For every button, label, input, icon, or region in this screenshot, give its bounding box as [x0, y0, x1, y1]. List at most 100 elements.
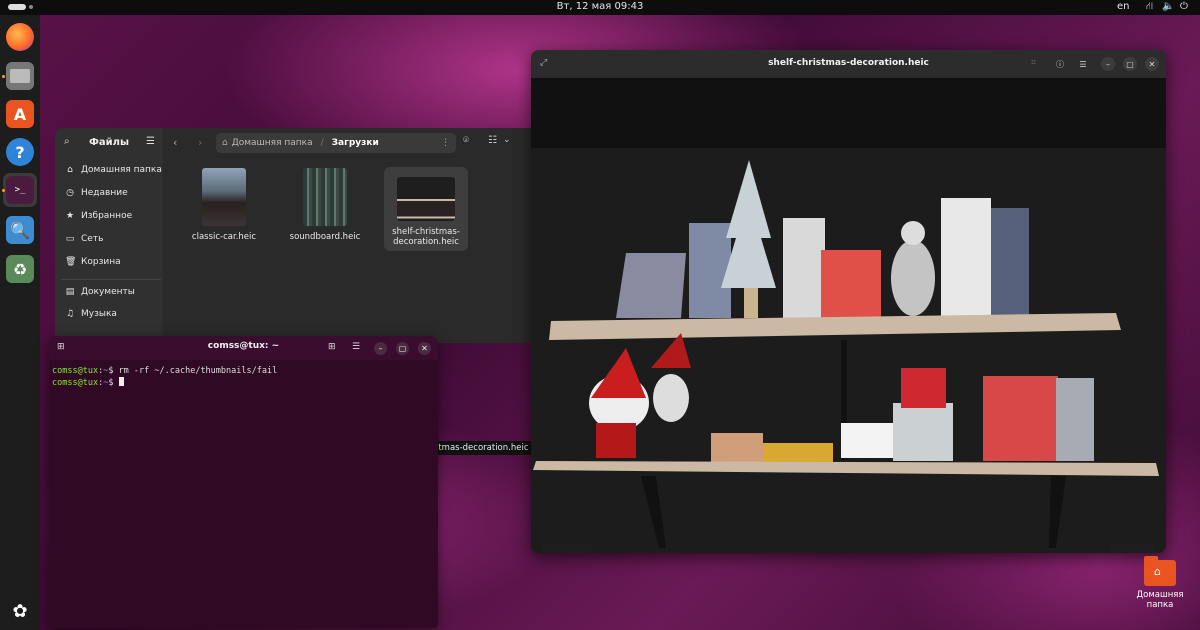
chevron-down-icon[interactable]: ⌄ — [1140, 552, 1148, 554]
viewer-title: shelf-christmas-decoration.heic — [768, 58, 929, 68]
viewer-header: ⤢ shelf-christmas-decoration.heic ⌗ ⓘ ☰ … — [531, 50, 1166, 78]
maximize-button[interactable]: ▢ — [1123, 57, 1137, 71]
sidebar-item-label: Недавние — [81, 188, 128, 198]
file-name: classic-car.heic — [191, 232, 257, 242]
files-header: ‹ › ⌂ Домашняя папка / Загрузки ⋮ ⌾ ☷ ⌄ — [163, 128, 540, 158]
star-icon: ★ — [65, 211, 75, 221]
desktop-home-folder[interactable]: ⌂ Домашняя папка — [1130, 556, 1190, 610]
document-icon: ▤ — [65, 287, 75, 297]
sidebar-item-documents[interactable]: ▤ Документы — [65, 287, 135, 297]
image-viewer-window: ⤢ shelf-christmas-decoration.heic ⌗ ⓘ ☰ … — [531, 50, 1166, 553]
path-menu-icon[interactable]: ⋮ — [441, 138, 450, 148]
file-item-shelf-christmas[interactable]: shelf-christmas- decoration.heic — [384, 167, 468, 251]
files-sidebar: ⌕ Файлы ☰ ⌂ Домашняя папка ◷ Недавние ★ Изб… — [55, 128, 163, 343]
menu-icon[interactable]: ☰ — [352, 342, 360, 352]
sidebar-item-network[interactable]: ▭ Сеть — [65, 234, 104, 244]
home-icon: ⌂ — [1154, 565, 1161, 578]
prompt-path: ~ — [103, 366, 109, 376]
sidebar-item-label: Избранное — [81, 211, 133, 221]
trash-icon: 🗑 — [65, 257, 77, 267]
sidebar-item-label: Музыка — [81, 309, 117, 319]
volume-icon[interactable]: 🔈 — [1162, 1, 1174, 12]
sidebar-item-music[interactable]: ♫ Музыка — [65, 309, 117, 319]
sidebar-item-recent[interactable]: ◷ Недавние — [65, 188, 128, 198]
terminal-header: ⊞ comss@tux: ~ ⊞ ☰ – ▢ ✕ — [49, 336, 438, 360]
prompt-user: comss@tux — [52, 366, 99, 376]
trash-icon[interactable]: ♻ — [6, 255, 34, 283]
files-window: ⌕ Файлы ☰ ⌂ Домашняя папка ◷ Недавние ★ Изб… — [55, 128, 540, 343]
desktop-label-line2: папка — [1146, 600, 1174, 610]
back-icon[interactable]: ‹ — [173, 136, 177, 149]
help-icon[interactable]: ? — [6, 138, 34, 166]
terminal-icon[interactable]: >_ — [6, 176, 34, 204]
menu-icon[interactable]: ☰ — [146, 136, 155, 147]
show-apps-icon[interactable]: ✿ — [6, 597, 34, 625]
crop-icon[interactable]: ⌗ — [1031, 58, 1036, 68]
file-item-soundboard[interactable]: soundboard.heic — [283, 168, 367, 242]
sidebar-item-trash[interactable]: 🗑 Корзина — [65, 257, 121, 267]
home-icon: ⌂ — [67, 165, 73, 175]
terminal-output[interactable]: comss@tux:~$ rm -rf ~/.cache/thumbnails/… — [52, 366, 277, 389]
zoom-controls: ⊕ ⌄ — [1110, 543, 1155, 553]
close-button[interactable]: ✕ — [1145, 57, 1159, 71]
home-icon: ⌂ — [222, 138, 228, 148]
file-thumbnail — [397, 177, 455, 221]
file-name-line2: decoration.heic — [393, 237, 459, 247]
file-thumbnail — [202, 168, 246, 226]
top-bar: Вт, 12 мая 09:43 en ⛙ 🔈 ⏻ — [0, 0, 1200, 15]
network-icon[interactable]: ⛙ — [1146, 1, 1153, 14]
clock-icon: ◷ — [66, 188, 74, 198]
minimize-button[interactable]: – — [1101, 57, 1115, 71]
forward-icon[interactable]: › — [198, 136, 202, 149]
info-icon[interactable]: ⓘ — [1053, 57, 1067, 71]
folder-icon: ⌂ — [1144, 556, 1176, 586]
firefox-icon[interactable] — [6, 23, 34, 51]
maximize-button[interactable]: ▢ — [396, 342, 409, 355]
camera-icon[interactable]: ⌾ — [463, 135, 469, 146]
file-name-tooltip: shelf-christmas-decoration.heic — [438, 441, 533, 455]
files-icon[interactable] — [6, 62, 34, 90]
keyboard-layout[interactable]: en — [1117, 1, 1130, 12]
sidebar-item-home[interactable]: ⌂ Домашняя папка — [65, 165, 162, 175]
sidebar-item-label: Сеть — [81, 234, 104, 244]
previous-image-button[interactable]: ‹ — [553, 551, 557, 554]
power-icon[interactable]: ⏻ — [1180, 1, 1188, 12]
music-icon: ♫ — [65, 309, 75, 319]
terminal-command: rm -rf ~/.cache/thumbnails/fail — [118, 366, 278, 376]
file-item-classic-car[interactable]: classic-car.heic — [182, 168, 266, 242]
file-thumbnail — [303, 168, 347, 226]
sidebar-item-label: Корзина — [81, 257, 121, 267]
prompt-user: comss@tux — [52, 378, 99, 388]
terminal-window[interactable]: ⊞ comss@tux: ~ ⊞ ☰ – ▢ ✕ comss@tux:~$ rm… — [49, 336, 438, 628]
file-name: soundboard.heic — [289, 232, 361, 242]
zoom-icon[interactable]: ⊕ — [1117, 552, 1125, 554]
view-list-icon[interactable]: ☷ — [488, 135, 497, 146]
sidebar-item-starred[interactable]: ★ Избранное — [65, 211, 132, 221]
path-current[interactable]: Загрузки — [332, 138, 379, 148]
image-viewer-icon[interactable]: 🔍 — [6, 216, 34, 244]
minimize-button[interactable]: – — [374, 342, 387, 355]
sidebar-item-label: Домашняя папка — [81, 165, 162, 175]
divider — [61, 279, 161, 280]
path-home[interactable]: Домашняя папка — [232, 138, 313, 148]
next-image-button[interactable]: › — [578, 551, 582, 554]
chevron-down-icon[interactable]: ⌄ — [503, 135, 511, 145]
terminal-cursor — [118, 377, 124, 386]
tabs-overview-icon[interactable]: ⊞ — [328, 342, 336, 352]
clock[interactable]: Вт, 12 мая 09:43 — [0, 1, 1200, 12]
path-separator: / — [320, 138, 324, 148]
menu-icon[interactable]: ☰ — [1076, 57, 1090, 71]
dock: A ? >_ 🔍 ♻ ✿ — [0, 15, 40, 630]
path-bar[interactable]: ⌂ Домашняя папка / Загрузки ⋮ — [216, 133, 456, 153]
shelf-photo — [531, 78, 1166, 553]
running-indicator — [2, 75, 5, 78]
image-nav-controls: ‹ › — [542, 543, 593, 553]
network-icon: ▭ — [65, 234, 75, 244]
close-button[interactable]: ✕ — [418, 342, 431, 355]
photo-display[interactable]: ‹ › ⊕ ⌄ — [531, 78, 1166, 553]
desktop-label-line1: Домашняя — [1136, 590, 1184, 600]
prompt-path: ~ — [103, 378, 109, 388]
file-name-line1: shelf-christmas- — [392, 227, 460, 237]
running-indicator — [2, 189, 5, 192]
app-center-icon[interactable]: A — [6, 100, 34, 128]
